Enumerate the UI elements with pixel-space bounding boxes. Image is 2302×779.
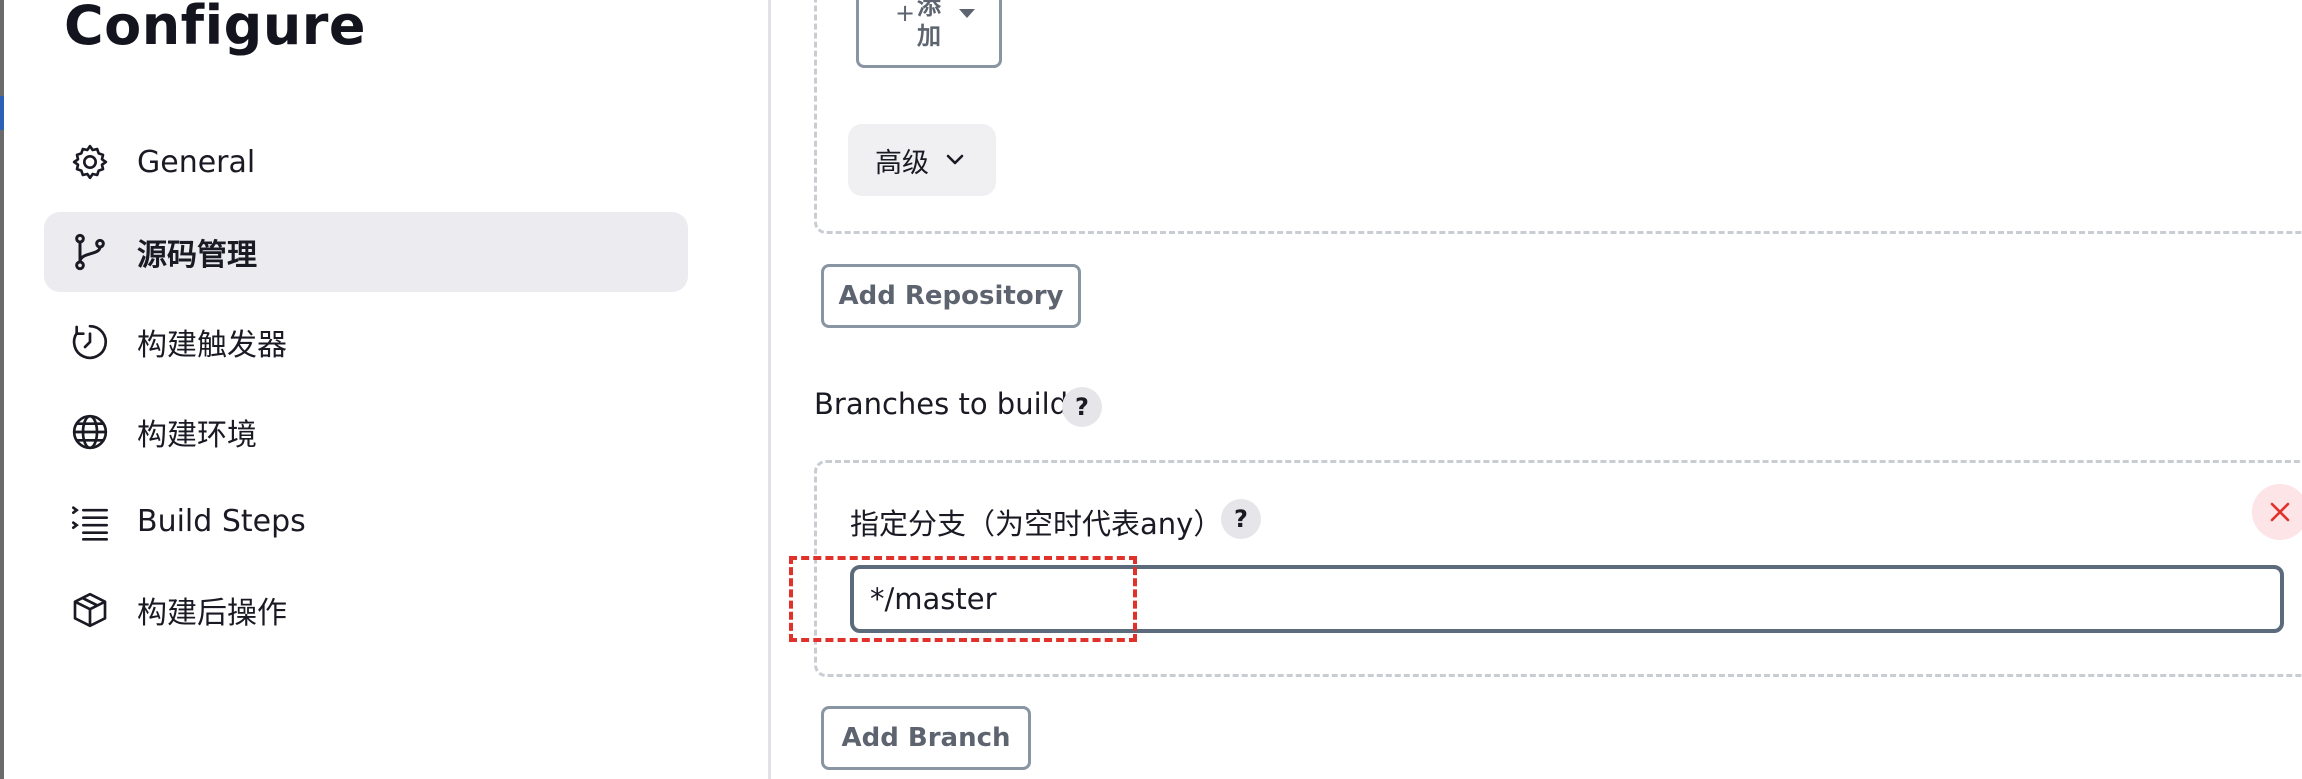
- sidebar-item-build-triggers[interactable]: 构建触发器: [44, 302, 688, 382]
- globe-icon: [72, 414, 108, 450]
- sidebar-item-label: General: [137, 144, 256, 180]
- sidebar-item-build-steps[interactable]: Build Steps: [44, 481, 688, 561]
- add-credentials-dropdown[interactable]: + 添加: [856, 0, 1002, 68]
- sidebar-item-label: 构建触发器: [137, 328, 287, 363]
- branches-section-label: Branches to build: [814, 387, 1069, 421]
- sidebar-item-label: Build Steps: [137, 503, 306, 539]
- add-dropdown-label: 添加: [917, 0, 941, 50]
- branches-help-button[interactable]: ?: [1062, 387, 1102, 427]
- sidebar-item-post-build[interactable]: 构建后操作: [44, 570, 688, 650]
- gear-icon: [72, 144, 108, 180]
- sidebar-item-general[interactable]: General: [44, 122, 688, 202]
- plus-icon: +: [895, 0, 916, 27]
- delete-branch-button[interactable]: [2252, 484, 2302, 540]
- sidebar-item-label: 源码管理: [137, 238, 257, 273]
- advanced-label: 高级: [875, 147, 929, 179]
- add-branch-button[interactable]: Add Branch: [821, 706, 1031, 770]
- repository-panel: [814, 0, 2302, 234]
- branch-field-label: 指定分支（为空时代表any）: [850, 507, 1223, 541]
- sidebar-item-label: 构建后操作: [137, 596, 287, 631]
- caret-down-icon: [959, 9, 975, 18]
- close-icon: [2270, 502, 2290, 522]
- sidebar-item-build-environment[interactable]: 构建环境: [44, 392, 688, 472]
- sidebar: Configure General 源码管理 构建触发器 构建环境 Build …: [4, 0, 768, 779]
- chevron-down-icon: [946, 154, 964, 165]
- list-steps-icon: [72, 506, 108, 541]
- sidebar-item-label: 构建环境: [137, 418, 257, 453]
- clock-icon: [72, 324, 108, 360]
- git-branch-icon: [75, 233, 105, 271]
- branch-specifier-input[interactable]: [850, 565, 2284, 633]
- page-title: Configure: [64, 0, 367, 57]
- package-icon: [73, 592, 107, 628]
- sidebar-item-source-control[interactable]: 源码管理: [44, 212, 688, 292]
- advanced-button[interactable]: 高级: [848, 124, 996, 196]
- main-content: + 添加 高级 Add Repository Branches to build…: [771, 0, 2302, 779]
- add-repository-button[interactable]: Add Repository: [821, 264, 1081, 328]
- branch-field-help-button[interactable]: ?: [1221, 499, 1261, 539]
